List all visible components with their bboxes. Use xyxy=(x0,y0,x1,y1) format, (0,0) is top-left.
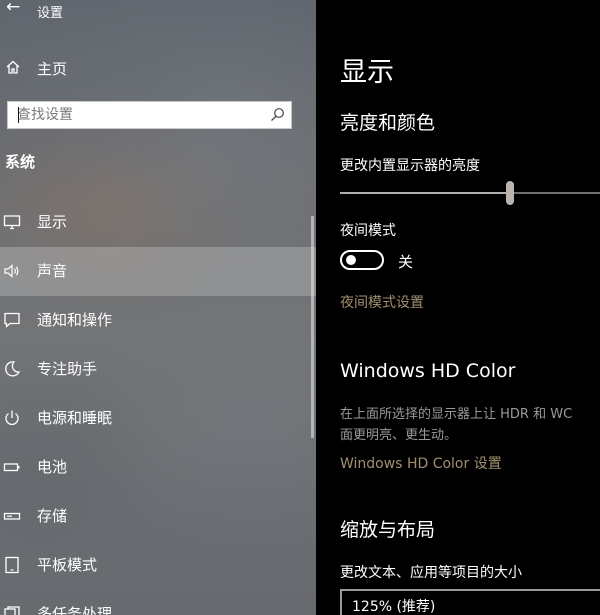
sidebar-item-power[interactable]: 电源和睡眠 xyxy=(0,394,316,443)
night-mode-settings-link[interactable]: 夜间模式设置 xyxy=(340,292,424,312)
sidebar-item-label: 平板模式 xyxy=(37,556,98,574)
sidebar-item-label: 专注助手 xyxy=(37,360,98,378)
moon-icon xyxy=(5,361,21,377)
tablet-icon xyxy=(5,556,19,574)
scale-dropdown-value: 125% (推荐) xyxy=(352,599,436,615)
sidebar-item-label: 存储 xyxy=(37,507,68,525)
sidebar-item-label: 声音 xyxy=(37,262,68,280)
slider-thumb[interactable] xyxy=(506,181,514,205)
slider-fill xyxy=(340,192,510,194)
hd-color-description-line2: 面更明亮、更生动。 xyxy=(340,428,458,443)
display-settings-page: 显示 亮度和颜色 更改内置显示器的亮度 夜间模式 关 夜间模式设置 Window… xyxy=(316,0,600,615)
hd-color-settings-link[interactable]: Windows HD Color 设置 xyxy=(340,453,502,473)
night-mode-toggle[interactable] xyxy=(340,250,384,270)
sidebar-item-battery[interactable]: 电池 xyxy=(0,443,316,492)
hd-color-heading: Windows HD Color xyxy=(340,360,516,382)
sidebar-item-label: 电源和睡眠 xyxy=(37,409,113,427)
power-icon xyxy=(5,410,19,425)
sidebar-item-label: 显示 xyxy=(37,213,68,231)
brightness-label: 更改内置显示器的亮度 xyxy=(340,158,480,174)
sidebar-scrollbar[interactable] xyxy=(311,216,314,438)
sidebar-item-multitasking[interactable]: 多任务处理 xyxy=(0,590,316,615)
sidebar-item-label: 多任务处理 xyxy=(37,605,113,615)
app-title: 设置 xyxy=(37,6,64,21)
settings-sidebar: ← 设置 主页 系统 显示 xyxy=(0,0,316,615)
sidebar-item-focus-assist[interactable]: 专注助手 xyxy=(0,345,316,394)
battery-icon xyxy=(3,463,20,472)
sidebar-item-label: 主页 xyxy=(37,60,68,78)
brightness-heading: 亮度和颜色 xyxy=(340,112,436,134)
scale-dropdown[interactable]: 125% (推荐) xyxy=(340,589,600,615)
scale-label: 更改文本、应用等项目的大小 xyxy=(340,565,522,581)
search-icon[interactable] xyxy=(270,107,285,122)
page-title: 显示 xyxy=(340,57,394,88)
sidebar-item-notifications[interactable]: 通知和操作 xyxy=(0,296,316,345)
toggle-knob xyxy=(346,255,356,265)
sidebar-item-home[interactable]: 主页 xyxy=(0,52,316,86)
night-mode-label: 夜间模式 xyxy=(340,223,396,239)
sidebar-item-label: 电池 xyxy=(37,458,68,476)
search-input[interactable] xyxy=(8,102,275,128)
multitask-icon xyxy=(4,606,20,615)
night-mode-state: 关 xyxy=(398,253,414,271)
storage-icon xyxy=(3,512,21,520)
home-icon xyxy=(6,60,20,74)
notification-icon xyxy=(4,312,20,328)
back-arrow-icon[interactable]: ← xyxy=(6,0,20,17)
hd-color-description-line1: 在上面所选择的显示器上让 HDR 和 WC xyxy=(340,407,573,422)
text-caret xyxy=(18,107,19,123)
search-box[interactable] xyxy=(7,101,292,129)
speaker-icon xyxy=(4,264,19,278)
sidebar-item-tablet-mode[interactable]: 平板模式 xyxy=(0,541,316,590)
sidebar-item-storage[interactable]: 存储 xyxy=(0,492,316,541)
sidebar-item-display[interactable]: 显示 xyxy=(0,198,316,247)
scale-layout-heading: 缩放与布局 xyxy=(340,519,436,541)
display-icon xyxy=(3,215,21,230)
sidebar-nav: 显示 声音 通知和操作 专注助手 电源和睡眠 电池 存储 平板模式 多任务处理 xyxy=(0,198,316,615)
sidebar-item-sound[interactable]: 声音 xyxy=(0,247,316,296)
section-title: 系统 xyxy=(5,153,36,171)
sidebar-item-label: 通知和操作 xyxy=(37,311,113,329)
